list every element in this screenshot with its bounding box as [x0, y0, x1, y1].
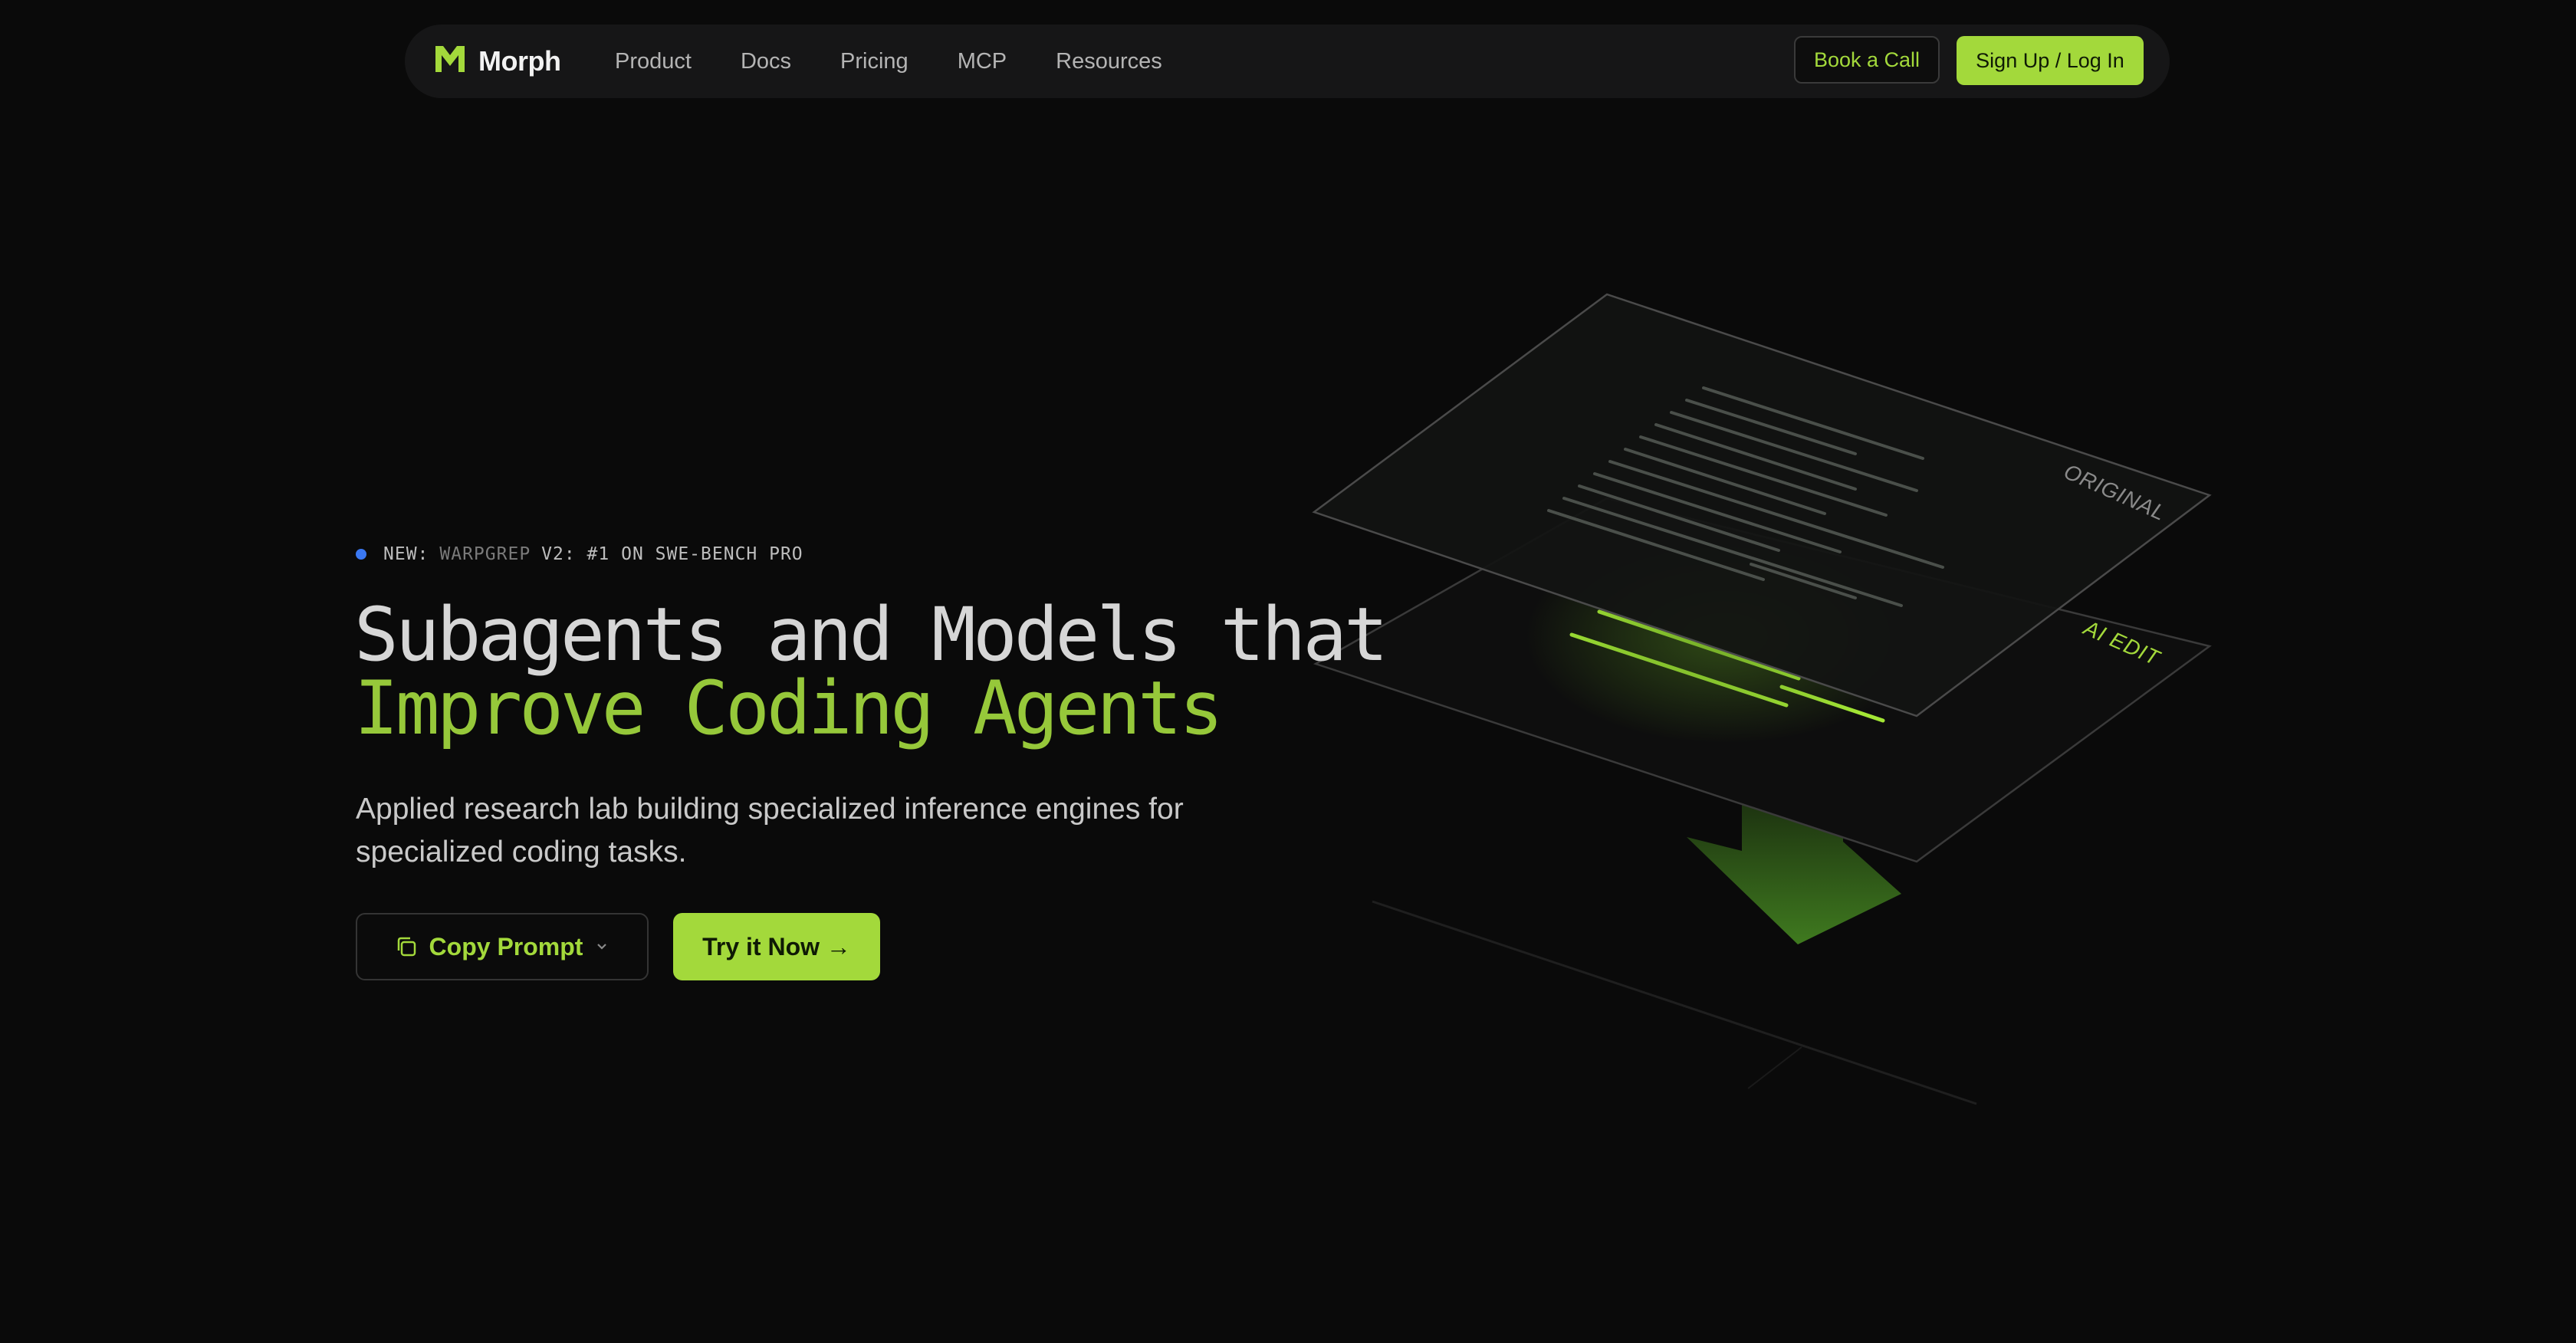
brand-logo[interactable]: Morph — [432, 43, 561, 79]
signup-login-button[interactable]: Sign Up / Log In — [1957, 36, 2144, 85]
nav-links: Product Docs Pricing MCP Resources — [615, 25, 1211, 98]
down-arrow — [1687, 803, 1901, 944]
try-it-now-button[interactable]: Try it Now → — [673, 913, 880, 980]
badge-prefix: NEW: — [383, 544, 429, 564]
nav-link-pricing[interactable]: Pricing — [840, 49, 909, 74]
badge-suffix: V2: #1 ON SWE-BENCH PRO — [541, 544, 803, 564]
badge-dot-icon — [356, 549, 366, 560]
nav-link-product[interactable]: Product — [615, 49, 692, 74]
headline-line-1: Subagents and Models that — [354, 592, 1388, 678]
copy-prompt-button[interactable]: Copy Prompt — [356, 913, 649, 980]
morph-logo-icon — [432, 43, 468, 79]
nav-link-resources[interactable]: Resources — [1056, 49, 1162, 74]
copy-icon — [394, 934, 419, 959]
floor-lines — [1372, 900, 1977, 1105]
badge-product: WARPGREP — [439, 544, 531, 564]
glow-effect — [1526, 529, 1924, 744]
original-plate: ORIGINAL — [1312, 293, 2212, 717]
top-navbar: Morph Product Docs Pricing MCP Resources… — [405, 25, 2170, 98]
copy-prompt-label: Copy Prompt — [429, 932, 583, 960]
announcement-badge[interactable]: NEW: WARPGREP V2: #1 ON SWE-BENCH PRO — [356, 544, 803, 564]
headline-line-2: Improve Coding Agents — [354, 665, 1224, 751]
nav-link-mcp[interactable]: MCP — [958, 49, 1007, 74]
book-a-call-button[interactable]: Book a Call — [1794, 36, 1940, 84]
chevron-down-icon — [593, 938, 610, 955]
ai-edit-lines — [1569, 609, 1885, 723]
ai-edit-plate-label: AI EDIT — [2079, 615, 2164, 670]
hero-subtitle: Applied research lab building specialize… — [356, 793, 1184, 869]
hero-headline: Subagents and Models that Improve Coding… — [354, 592, 1388, 751]
nav-link-docs[interactable]: Docs — [741, 49, 791, 74]
original-plate-label: ORIGINAL — [2061, 459, 2170, 525]
ai-edit-plate: AI EDIT — [1313, 497, 2212, 863]
brand-name: Morph — [478, 44, 561, 77]
original-code-lines — [1547, 386, 1944, 607]
